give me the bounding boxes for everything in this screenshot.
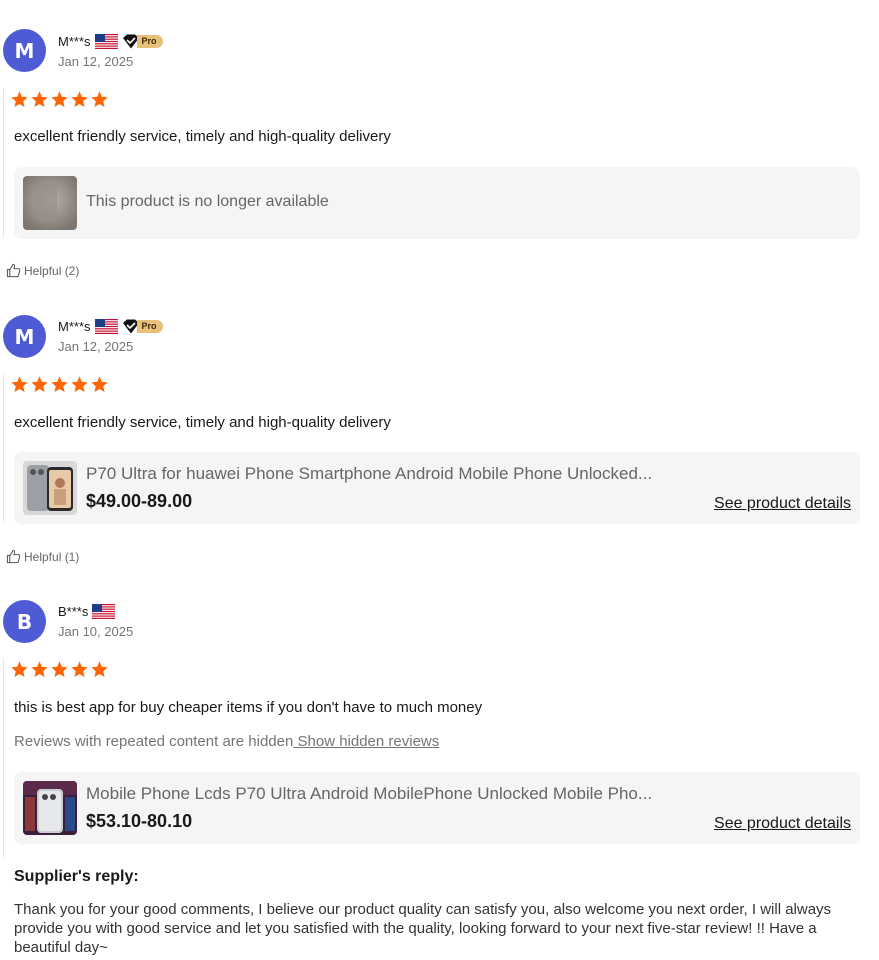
helpful-button[interactable]: Helpful (1) xyxy=(6,549,79,564)
review-text: excellent friendly service, timely and h… xyxy=(14,414,391,431)
review-divider xyxy=(3,88,4,238)
product-card[interactable]: Mobile Phone Lcds P70 Ultra Android Mobi… xyxy=(14,772,860,844)
product-thumbnail xyxy=(23,176,77,230)
star-icon xyxy=(91,661,108,678)
pro-badge: Pro xyxy=(122,319,163,334)
thumbs-up-icon xyxy=(6,549,21,564)
star-icon xyxy=(51,661,68,678)
star-rating xyxy=(10,90,109,109)
thumbs-up-icon xyxy=(6,263,21,278)
star-icon xyxy=(71,91,88,108)
product-card[interactable]: P70 Ultra for huawei Phone Smartphone An… xyxy=(14,452,860,524)
star-icon xyxy=(11,376,28,393)
star-icon xyxy=(11,91,28,108)
star-icon xyxy=(71,376,88,393)
review-text: excellent friendly service, timely and h… xyxy=(14,128,391,145)
star-icon xyxy=(91,91,108,108)
pro-label: Pro xyxy=(136,34,163,48)
username: M***s xyxy=(58,318,91,334)
star-rating xyxy=(10,375,109,394)
product-thumbnail xyxy=(23,781,77,835)
product-title[interactable]: P70 Ultra for huawei Phone Smartphone An… xyxy=(86,464,716,484)
product-price: $49.00-89.00 xyxy=(86,491,193,511)
supplier-reply-title: Supplier's reply: xyxy=(14,868,139,885)
product-unavailable-text: This product is no longer available xyxy=(86,193,329,210)
star-icon xyxy=(91,376,108,393)
review-date: Jan 12, 2025 xyxy=(58,339,134,354)
avatar: M xyxy=(3,315,46,358)
review-text: this is best app for buy cheaper items i… xyxy=(14,699,483,716)
product-card-unavailable: This product is no longer available xyxy=(14,167,860,239)
star-icon xyxy=(51,91,68,108)
us-flag-icon xyxy=(94,318,118,334)
review-divider xyxy=(3,373,4,523)
helpful-button[interactable]: Helpful (2) xyxy=(6,263,79,278)
supplier-reply-text: Thank you for your good comments, I beli… xyxy=(14,901,832,956)
us-flag-icon xyxy=(92,603,116,619)
show-hidden-reviews-link[interactable]: Show hidden reviews xyxy=(293,733,440,750)
review-divider xyxy=(3,658,4,858)
username: B***s xyxy=(58,603,89,619)
pro-badge: Pro xyxy=(122,34,163,49)
product-title[interactable]: Mobile Phone Lcds P70 Ultra Android Mobi… xyxy=(86,784,716,804)
star-rating xyxy=(10,660,109,679)
user-row: M***s Pro xyxy=(58,317,163,335)
star-icon xyxy=(71,661,88,678)
product-thumbnail xyxy=(23,461,77,515)
helpful-count: Helpful (1) xyxy=(24,549,80,564)
product-price: $53.10-80.10 xyxy=(86,811,193,831)
star-icon xyxy=(11,661,28,678)
user-row: B***s xyxy=(58,602,116,620)
user-row: M***s Pro xyxy=(58,32,163,50)
helpful-count: Helpful (2) xyxy=(24,263,80,278)
star-icon xyxy=(31,376,48,393)
username: M***s xyxy=(58,33,91,49)
avatar: B xyxy=(3,600,46,643)
avatar: M xyxy=(3,29,46,72)
pro-label: Pro xyxy=(136,319,163,333)
star-icon xyxy=(31,91,48,108)
us-flag-icon xyxy=(94,33,118,49)
see-product-details-link[interactable]: See product details xyxy=(714,815,851,833)
star-icon xyxy=(31,661,48,678)
hidden-reviews-text: Reviews with repeated content are hidden xyxy=(14,733,294,750)
review-date: Jan 10, 2025 xyxy=(58,624,134,639)
review-date: Jan 12, 2025 xyxy=(58,54,134,69)
hidden-reviews-note: Reviews with repeated content are hidden… xyxy=(14,733,439,750)
see-product-details-link[interactable]: See product details xyxy=(714,495,851,513)
star-icon xyxy=(51,376,68,393)
